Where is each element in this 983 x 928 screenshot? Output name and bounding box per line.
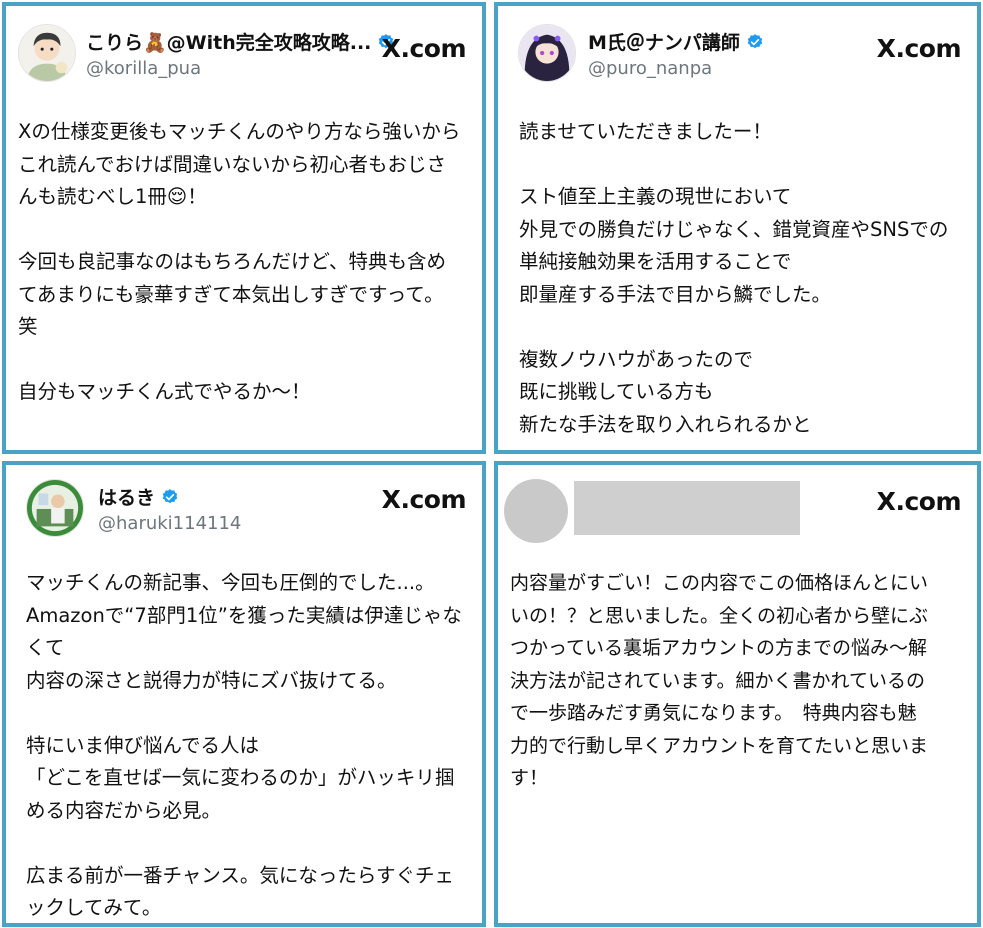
tweet-card-haruki[interactable]: はるき @haruki114114 X.com マッチくんの新記事、今回も圧倒的…	[2, 461, 486, 927]
tweet-header: こりら🧸@With完全攻略攻略... @korilla_pua X.com	[18, 20, 470, 86]
verified-badge-icon	[747, 33, 763, 48]
avatar[interactable]	[18, 24, 76, 82]
tweet-header: はるき @haruki114114 X.com	[18, 479, 470, 545]
display-name[interactable]: はるき	[98, 483, 179, 510]
tweet-card-korilla[interactable]: こりら🧸@With完全攻略攻略... @korilla_pua X.com Xの…	[2, 2, 486, 454]
redacted-avatar	[504, 479, 568, 543]
tweet-text: 読ませていただきましたー！ スト値至上主義の現世において 外見での勝負だけじゃな…	[519, 120, 949, 436]
avatar[interactable]	[518, 24, 576, 82]
tweet-text: マッチくんの新記事、今回も圧倒的でした...。 Amazonで“7部門1位”を獲…	[26, 571, 462, 919]
tweet-card-anonymous[interactable]: X.com 内容量がすごい！この内容でこの価格ほんとにい いの！？と思いました。…	[494, 461, 981, 927]
user-handle[interactable]: @haruki114114	[98, 513, 241, 534]
tweet-text: Xの仕様変更後もマッチくんのやり方なら強いから これ読んでおけば間違いないから初…	[18, 120, 461, 403]
display-name[interactable]: こりら🧸@With完全攻略攻略...	[86, 28, 395, 55]
display-name-text: はるき	[98, 487, 156, 509]
user-handle[interactable]: @korilla_pua	[86, 58, 201, 79]
avatar[interactable]	[26, 479, 84, 537]
redacted-name	[574, 481, 800, 535]
display-name-text: M氏＠ナンパ講師	[588, 32, 740, 54]
x-logo-icon[interactable]: X.com	[382, 485, 467, 514]
display-name-text: こりら🧸@With完全攻略攻略...	[86, 32, 372, 54]
user-handle[interactable]: @puro_nanpa	[588, 58, 712, 79]
tweet-card-puro-nanpa[interactable]: M氏＠ナンパ講師 @puro_nanpa X.com 読ませていただきましたー！…	[494, 2, 981, 454]
tweet-text: 内容量がすごい！この内容でこの価格ほんとにい いの！？と思いました。全くの初心者…	[510, 572, 929, 789]
x-logo-icon[interactable]: X.com	[877, 34, 962, 63]
verified-badge-icon	[162, 488, 178, 503]
display-name[interactable]: M氏＠ナンパ講師	[588, 28, 764, 55]
x-logo-icon[interactable]: X.com	[382, 34, 467, 63]
x-logo-icon[interactable]: X.com	[877, 487, 962, 516]
tweet-header: M氏＠ナンパ講師 @puro_nanpa X.com	[510, 20, 965, 86]
